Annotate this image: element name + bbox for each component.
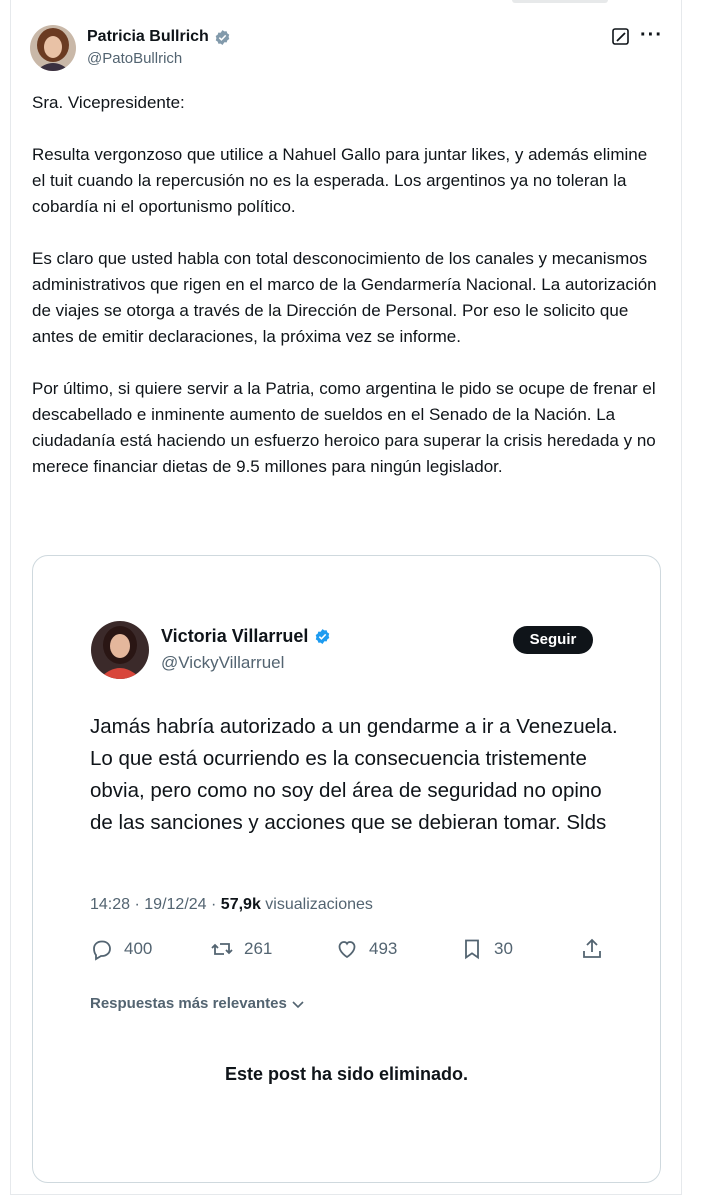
quote-author-handle[interactable]: @VickyVillarruel [161,653,284,673]
replies-sort-label[interactable]: Respuestas más relevantes [90,995,287,1012]
reply-icon [93,940,111,961]
verified-badge-icon [316,629,330,644]
heart-icon [338,941,356,959]
author-avatar[interactable] [30,25,76,71]
author-name-text[interactable]: Patricia Bullrich [87,28,209,46]
quote-date[interactable]: 19/12/24 [144,896,206,913]
reply-count: 400 [124,939,153,958]
tweet-paragraph: Es claro que usted habla con total desco… [32,249,657,346]
meta-separator: · [211,896,217,913]
chevron-down-icon [292,1000,304,1008]
share-icon [583,938,601,958]
follow-button[interactable]: Seguir [513,626,593,654]
like-button[interactable]: 493 [335,937,397,961]
tweet-paragraph: Resulta vergonzoso que utilice a Nahuel … [32,145,648,216]
meta-separator: · [134,896,140,913]
views-label: visualizaciones [265,896,373,913]
top-tab-indicator [512,0,608,3]
quoted-post-card[interactable]: Victoria Villarruel @VickyVillarruel Seg… [32,555,661,1183]
deleted-post-notice: Este post ha sido eliminado. [224,1064,469,1084]
avatar-photo-icon [91,621,149,679]
repost-count: 261 [244,939,273,958]
bookmark-button[interactable]: 30 [460,937,513,961]
quote-author-name-text[interactable]: Victoria Villarruel [161,626,308,647]
bookmark-count: 30 [494,939,513,958]
quote-author-name[interactable]: Victoria Villarruel [161,626,331,647]
reply-button[interactable]: 400 [90,937,152,961]
views-count: 57,9k [220,896,261,913]
like-count: 493 [369,939,398,958]
tweet-paragraph: Sra. Vicepresidente: [32,93,185,112]
quote-author-avatar[interactable] [91,621,149,679]
quote-text: Jamás habría autorizado a un gendarme a … [90,715,618,834]
action-bar: 400 261 493 30 [90,937,610,967]
replies-sort-dropdown[interactable]: Respuestas más relevantes [90,995,305,1012]
quote-time[interactable]: 14:28 [90,896,130,913]
more-options-icon[interactable]: ··· [640,24,663,47]
avatar-photo-icon [30,25,76,71]
author-name[interactable]: Patricia Bullrich [87,28,231,46]
verified-badge-icon [215,29,230,45]
repost-icon [211,943,233,955]
tweet-paragraph: Por último, si quiere servir a la Patria… [32,379,656,476]
edit-icon[interactable] [611,27,631,47]
bookmark-icon [465,939,479,960]
quote-meta: 14:28 · 19/12/24 · 57,9k visualizaciones [90,896,373,914]
tweet-text: Sra. Vicepresidente: Resulta vergonzoso … [32,90,657,506]
author-handle[interactable]: @PatoBullrich [87,50,182,67]
share-button[interactable] [580,937,604,961]
repost-button[interactable]: 261 [210,937,272,961]
